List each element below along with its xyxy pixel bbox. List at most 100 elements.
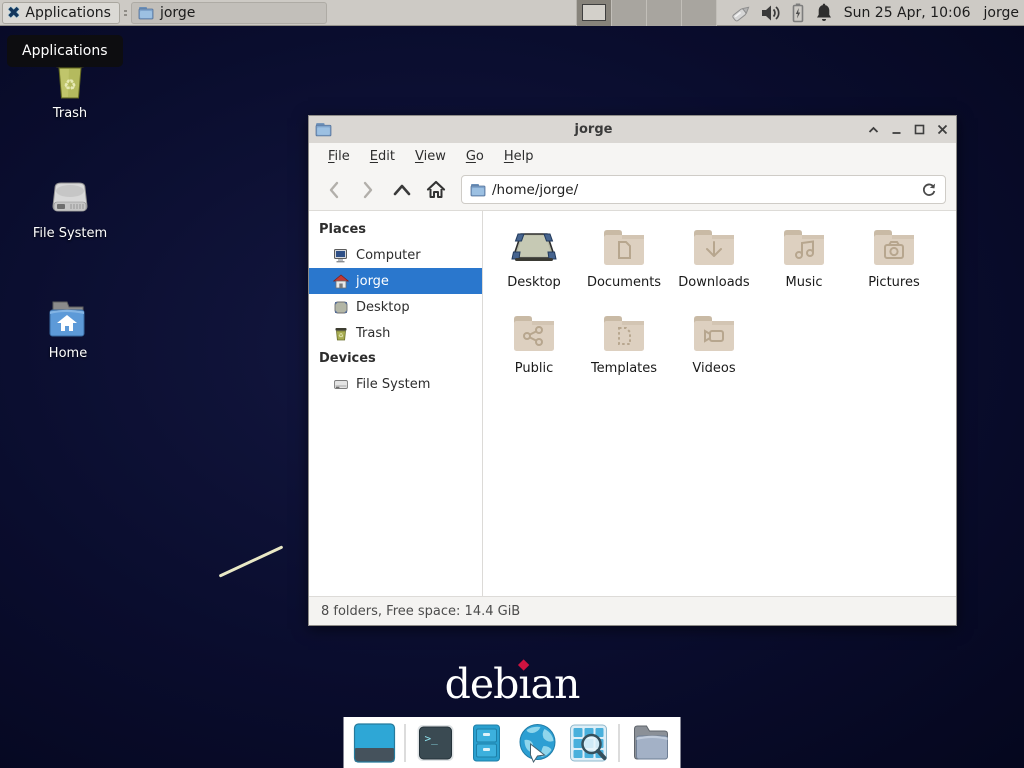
music-folder-icon [780,225,828,269]
window-toolbar: /home/jorge/ [309,169,956,211]
show-desktop-launcher[interactable] [354,722,396,764]
top-panel: ✖ Applications jorge [0,0,1024,26]
path-folder-icon [470,183,486,197]
menu-edit[interactable]: Edit [361,146,404,167]
panel-grip-handle[interactable] [122,4,129,22]
window-title: jorge [335,122,852,137]
dock-separator [619,724,620,762]
workspace-switcher [576,0,717,26]
workspace-4[interactable] [682,0,717,26]
dock-separator [405,724,406,762]
sidebar-item-label: Trash [356,326,390,341]
applications-menu-label: Applications [25,5,111,21]
folder-icon [138,6,154,20]
taskbar-window-button[interactable]: jorge [131,2,327,24]
up-button[interactable] [387,175,417,205]
applications-tooltip: Applications [7,35,123,67]
show-desktop-icon [354,723,396,763]
sidebar-devices-header: Devices [309,346,482,371]
menu-file[interactable]: File [319,146,359,167]
sidebar: Places Computer jorge [309,211,483,596]
web-browser-globe-icon [517,722,559,764]
close-button[interactable] [936,124,948,136]
workspace-1[interactable] [577,0,612,26]
panel-username: jorge [984,5,1019,21]
panel-clock[interactable]: Sun 25 Apr, 10:06 [844,5,971,21]
desktop-icon-label: File System [22,226,118,241]
pictures-folder-icon [870,225,918,269]
menu-view[interactable]: View [406,146,455,167]
back-button[interactable] [319,175,349,205]
workspace-3[interactable] [647,0,682,26]
sidebar-item-label: jorge [356,274,389,289]
desktop-icon-label: Trash [22,106,118,121]
volume-icon[interactable] [760,3,782,23]
recycle-glyph: ♻ [63,76,76,94]
svg-text:>_: >_ [425,732,439,745]
window-titlebar[interactable]: jorge [309,116,956,143]
menu-go[interactable]: Go [457,146,493,167]
file-icon-view[interactable]: Desktop Documents [483,211,956,596]
applications-menu-button[interactable]: ✖ Applications [2,2,120,24]
reload-icon[interactable] [921,182,937,198]
window-menubar: File Edit View Go Help [309,143,956,169]
sidebar-item-label: File System [356,377,430,392]
file-item-videos[interactable]: Videos [669,307,759,393]
trash-icon: ♻ [333,326,349,341]
xfce-applications-icon: ✖ [7,5,20,21]
home-button[interactable] [421,175,451,205]
sidebar-item-file-system[interactable]: File System [309,371,482,397]
file-manager-window: jorge File Edit View Go Help [308,115,957,626]
file-item-pictures[interactable]: Pictures [849,221,939,307]
file-manager-launcher[interactable] [466,722,508,764]
web-browser-launcher[interactable] [517,722,559,764]
terminal-launcher[interactable]: >_ [415,722,457,764]
file-item-public[interactable]: Public [489,307,579,393]
application-finder-launcher[interactable] [568,722,610,764]
workspace-2[interactable] [612,0,647,26]
bottom-dock: >_ [344,717,681,768]
terminal-icon: >_ [416,723,456,763]
documents-folder-icon [600,225,648,269]
maximize-button[interactable] [913,124,925,136]
downloads-folder-icon [690,225,738,269]
home-folder-icon [43,296,93,342]
file-item-templates[interactable]: Templates [579,307,669,393]
file-cabinet-icon [467,723,507,763]
path-entry[interactable]: /home/jorge/ [461,175,946,204]
file-item-downloads[interactable]: Downloads [669,221,759,307]
sidebar-item-desktop[interactable]: Desktop [309,294,482,320]
home-icon [333,274,349,289]
file-item-music[interactable]: Music [759,221,849,307]
battery-icon[interactable] [789,2,807,24]
debian-wallpaper-logo: debıan [445,660,580,708]
videos-folder-icon [690,311,738,355]
desktop-icon [333,300,349,315]
workspace-window-miniature [582,4,606,21]
directory-menu-launcher[interactable] [629,722,671,764]
sidebar-item-label: Computer [356,248,421,263]
statusbar-text: 8 folders, Free space: 14.4 GiB [321,604,520,619]
forward-button[interactable] [353,175,383,205]
directory-folder-icon [629,723,671,763]
shade-button[interactable] [867,124,879,136]
tablet-pen-tray-icon[interactable] [729,2,753,24]
sidebar-item-label: Desktop [356,300,410,315]
sidebar-places-header: Places [309,217,482,242]
menu-help[interactable]: Help [495,146,543,167]
window-statusbar: 8 folders, Free space: 14.4 GiB [309,596,956,625]
sidebar-item-trash[interactable]: ♻ Trash [309,320,482,346]
notification-bell-icon[interactable] [814,2,834,24]
path-text: /home/jorge/ [492,182,915,198]
desktop-icon-file-system[interactable]: File System [22,172,118,241]
sidebar-item-computer[interactable]: Computer [309,242,482,268]
hard-drive-icon [45,178,95,222]
file-item-desktop[interactable]: Desktop [489,221,579,307]
file-item-documents[interactable]: Documents [579,221,669,307]
sidebar-item-jorge[interactable]: jorge [309,268,482,294]
desktop-surface-icon [509,226,559,268]
minimize-button[interactable] [890,124,902,136]
desktop-icon-home[interactable]: Home [20,292,116,361]
window-folder-icon [315,122,332,137]
taskbar-window-label: jorge [160,5,195,21]
